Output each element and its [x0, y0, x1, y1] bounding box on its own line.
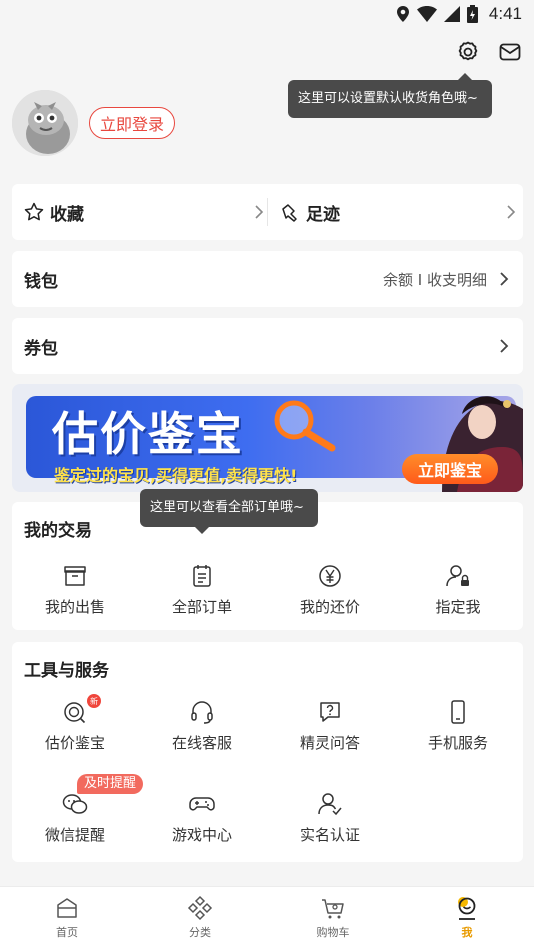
appraise-icon: [64, 702, 86, 724]
coupon-row[interactable]: 券包: [12, 318, 523, 374]
wallet-row[interactable]: 钱包 余额 I 收支明细: [12, 251, 523, 307]
store-icon: [64, 566, 86, 586]
footprint-label: 足迹: [306, 204, 340, 225]
online-support-label: 在线客服: [171, 734, 232, 752]
default-role-tooltip-text: 这里可以设置默认收货角色哦~: [298, 91, 478, 106]
tab-category[interactable]: 分类: [155, 895, 245, 940]
chevron-right-icon: [507, 205, 516, 219]
avatar-mascot-icon: [12, 90, 78, 156]
category-icon: [187, 895, 213, 921]
status-time: 4:41: [488, 4, 522, 23]
real-name-verify-entry[interactable]: 实名认证: [270, 790, 390, 845]
assigned-to-me-entry[interactable]: 指定我: [398, 562, 518, 617]
game-center-label: 游戏中心: [171, 826, 232, 844]
wechat-reminder-entry[interactable]: 微信提醒 及时提醒: [15, 774, 144, 845]
question-icon: [320, 702, 340, 722]
chevron-right-icon: [500, 272, 509, 286]
phone-service-label: 手机服务: [427, 734, 488, 752]
wifi-icon: [416, 6, 437, 22]
chevron-right-icon: [500, 339, 509, 353]
favorites-card: 收藏 足迹: [12, 184, 523, 240]
banner-subtitle: 鉴定过的宝贝,买得更值,卖得更快!: [54, 466, 298, 485]
user-lock-icon: [446, 565, 469, 587]
assigned-to-me-label: 指定我: [435, 598, 481, 616]
settings-icon[interactable]: [456, 40, 480, 64]
phone-icon: [451, 700, 465, 724]
verify-user-icon: [318, 793, 342, 816]
tab-home[interactable]: 首页: [22, 895, 112, 940]
all-orders-entry[interactable]: 全部订单: [142, 562, 262, 617]
all-orders-tooltip-text: 这里可以查看全部订单哦~: [150, 500, 304, 515]
wallet-title: 钱包: [24, 271, 58, 292]
appraise-service-label: 估价鉴宝: [44, 734, 105, 752]
coupon-title: 券包: [24, 338, 58, 359]
cart-icon: [322, 899, 344, 919]
tooltip-arrow: [195, 527, 209, 534]
my-counteroffer-entry[interactable]: 我的还价: [270, 562, 390, 617]
headset-icon: [191, 701, 213, 724]
profile-icon: [458, 897, 476, 920]
timely-reminder-badge: 及时提醒: [77, 774, 144, 794]
tools-services-card: 工具与服务 估价鉴宝 新 在线客服 精灵问答 手机服务 微信提醒 及时提醒 游戏…: [12, 642, 523, 862]
chevron-right-icon: [255, 205, 264, 219]
tab-cart[interactable]: 购物车: [288, 895, 378, 940]
default-role-tooltip: 这里可以设置默认收货角色哦~: [288, 73, 492, 118]
my-counteroffer-label: 我的还价: [299, 598, 360, 616]
location-icon: [396, 6, 409, 22]
home-icon: [57, 898, 77, 918]
wallet-detail: 余额 I 收支明细: [383, 269, 509, 290]
top-actions: [456, 40, 522, 64]
yen-icon: [319, 565, 341, 587]
tab-home-label: 首页: [56, 926, 78, 939]
wechat-reminder-label: 微信提醒: [44, 826, 105, 844]
footprint-icon: [282, 204, 297, 222]
message-icon[interactable]: [498, 40, 522, 64]
phone-service-entry[interactable]: 手机服务: [398, 698, 518, 753]
battery-icon: [466, 5, 478, 23]
bottom-tab-bar: 首页 分类 购物车 我: [0, 886, 534, 950]
faq-label: 精灵问答: [299, 734, 360, 752]
collect-label: 收藏: [50, 204, 84, 225]
tab-profile-label: 我: [461, 926, 473, 939]
tooltip-arrow: [458, 73, 472, 80]
magnifier-icon: [274, 400, 336, 452]
banner-title: 估价鉴宝: [52, 407, 244, 461]
tools-services-title: 工具与服务: [24, 661, 109, 681]
all-orders-tooltip: 这里可以查看全部订单哦~: [140, 489, 318, 534]
game-center-entry[interactable]: 游戏中心: [142, 790, 262, 845]
new-badge: 新: [87, 694, 101, 708]
faq-entry[interactable]: 精灵问答: [270, 698, 390, 753]
appraise-service-entry[interactable]: 估价鉴宝 新: [15, 694, 135, 753]
tab-profile[interactable]: 我: [422, 895, 512, 940]
gamepad-icon: [189, 797, 215, 811]
avatar[interactable]: [12, 90, 78, 156]
my-sales-entry[interactable]: 我的出售: [15, 562, 135, 617]
tab-category-label: 分类: [189, 926, 211, 939]
status-bar: 4:41: [0, 0, 534, 28]
appraise-banner[interactable]: 估价鉴宝 鉴定过的宝贝,买得更值,卖得更快! 立即鉴宝: [12, 384, 523, 492]
all-orders-label: 全部订单: [171, 598, 232, 616]
wechat-icon: [62, 794, 88, 814]
signal-icon: [443, 6, 460, 22]
real-name-verify-label: 实名认证: [299, 826, 360, 844]
tab-cart-label: 购物车: [316, 926, 350, 939]
star-icon: [24, 202, 44, 221]
order-list-icon: [193, 565, 211, 587]
wallet-detail-text: 余额 I 收支明细: [383, 270, 487, 289]
my-sales-label: 我的出售: [44, 598, 105, 616]
footprint-entry[interactable]: 足迹: [280, 184, 516, 240]
online-support-entry[interactable]: 在线客服: [142, 698, 262, 753]
divider: [267, 198, 268, 226]
my-trades-title: 我的交易: [24, 521, 92, 541]
collect-entry[interactable]: 收藏: [24, 184, 264, 240]
login-button[interactable]: 立即登录: [89, 107, 175, 139]
appraise-now-button[interactable]: 立即鉴宝: [402, 454, 498, 484]
